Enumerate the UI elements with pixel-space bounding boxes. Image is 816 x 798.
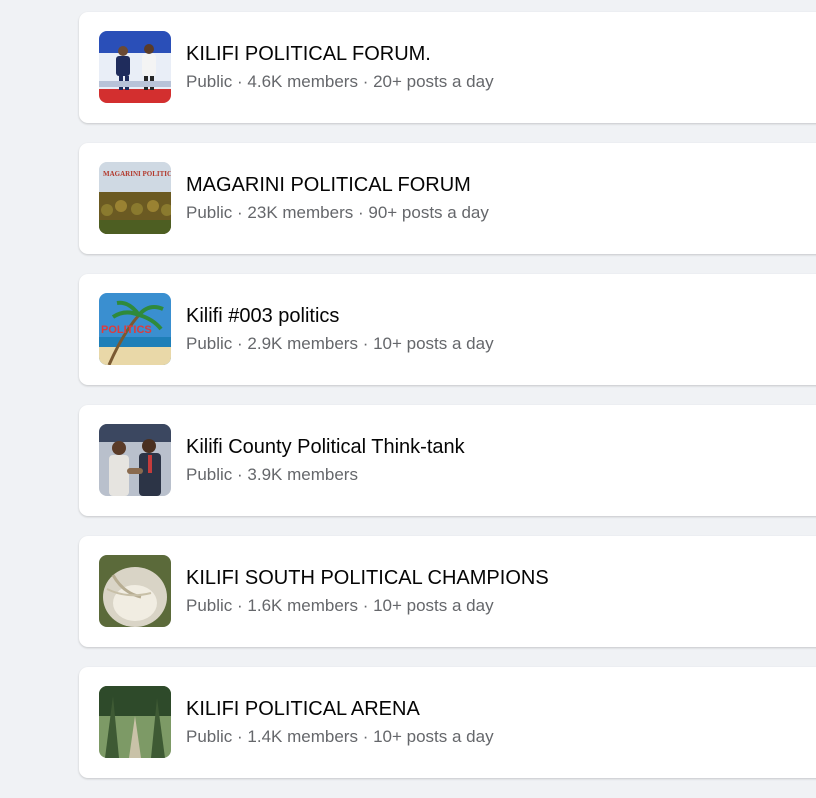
- group-card[interactable]: KILIFI POLITICAL ARENA Public · 1.4K mem…: [79, 667, 816, 778]
- group-name[interactable]: Kilifi #003 politics: [186, 304, 339, 328]
- group-activity: 20+ posts a day: [373, 72, 494, 91]
- meta-separator: ·: [232, 72, 248, 91]
- group-meta: Public · 4.6K members · 20+ posts a day: [186, 71, 494, 93]
- meta-separator: ·: [357, 596, 374, 615]
- group-name[interactable]: MAGARINI POLITICAL FORUM: [186, 173, 471, 197]
- meta-separator: ·: [353, 203, 369, 222]
- meta-separator: ·: [357, 334, 374, 353]
- group-cover-thumbnail[interactable]: POLITICS: [99, 293, 171, 365]
- forest-path-photo: [99, 686, 171, 758]
- group-card[interactable]: KILIFI POLITICAL FORUM. Public · 4.6K me…: [79, 12, 816, 123]
- political-forum-photo: [99, 31, 171, 103]
- group-privacy: Public: [186, 72, 233, 91]
- meta-separator: ·: [232, 465, 248, 484]
- coconut-photo: [99, 555, 171, 627]
- pineapple-field-photo: MAGARINI POLITICAL FORUM: [99, 162, 171, 234]
- group-member-count: 3.9K members: [247, 465, 358, 484]
- group-privacy: Public: [186, 727, 233, 746]
- group-privacy: Public: [186, 596, 233, 615]
- group-activity: 10+ posts a day: [373, 596, 494, 615]
- group-cover-thumbnail[interactable]: [99, 686, 171, 758]
- meta-separator: ·: [357, 72, 374, 91]
- group-meta: Public · 1.4K members · 10+ posts a day: [186, 726, 494, 748]
- group-member-count: 4.6K members: [247, 72, 358, 91]
- group-card[interactable]: MAGARINI POLITICAL FORUM MAGARINI POLITI…: [79, 143, 816, 254]
- group-privacy: Public: [186, 334, 233, 353]
- meta-separator: ·: [232, 334, 248, 353]
- group-cover-thumbnail[interactable]: [99, 31, 171, 103]
- group-activity: 10+ posts a day: [373, 727, 494, 746]
- group-member-count: 23K members: [247, 203, 354, 222]
- beach-palm-photo: POLITICS: [99, 293, 171, 365]
- thumb-overlay-text: POLITICS: [101, 324, 152, 336]
- group-card[interactable]: Kilifi County Political Think-tank Publi…: [79, 405, 816, 516]
- meta-separator: ·: [232, 727, 248, 746]
- group-name[interactable]: KILIFI SOUTH POLITICAL CHAMPIONS: [186, 566, 549, 590]
- group-name[interactable]: KILIFI POLITICAL ARENA: [186, 697, 420, 721]
- group-meta: Public · 3.9K members: [186, 464, 358, 486]
- group-meta: Public · 1.6K members · 10+ posts a day: [186, 595, 494, 617]
- group-member-count: 1.6K members: [247, 596, 358, 615]
- group-activity: 10+ posts a day: [373, 334, 494, 353]
- group-card[interactable]: POLITICS Kilifi #003 politics Public · 2…: [79, 274, 816, 385]
- meta-separator: ·: [232, 596, 248, 615]
- group-card[interactable]: KILIFI SOUTH POLITICAL CHAMPIONS Public …: [79, 536, 816, 647]
- meta-separator: ·: [357, 727, 374, 746]
- group-cover-thumbnail[interactable]: [99, 424, 171, 496]
- politicians-photo: [99, 424, 171, 496]
- group-meta: Public · 2.9K members · 10+ posts a day: [186, 333, 494, 355]
- group-meta: Public · 23K members · 90+ posts a day: [186, 202, 489, 224]
- group-cover-thumbnail[interactable]: [99, 555, 171, 627]
- meta-separator: ·: [232, 203, 248, 222]
- thumb-overlay-text: MAGARINI POLITICAL FORUM: [103, 170, 171, 178]
- group-name[interactable]: KILIFI POLITICAL FORUM.: [186, 42, 431, 66]
- group-list: KILIFI POLITICAL FORUM. Public · 4.6K me…: [79, 12, 816, 798]
- group-member-count: 1.4K members: [247, 727, 358, 746]
- group-name[interactable]: Kilifi County Political Think-tank: [186, 435, 465, 459]
- group-activity: 90+ posts a day: [368, 203, 489, 222]
- group-member-count: 2.9K members: [247, 334, 358, 353]
- group-privacy: Public: [186, 203, 233, 222]
- group-privacy: Public: [186, 465, 233, 484]
- group-cover-thumbnail[interactable]: MAGARINI POLITICAL FORUM: [99, 162, 171, 234]
